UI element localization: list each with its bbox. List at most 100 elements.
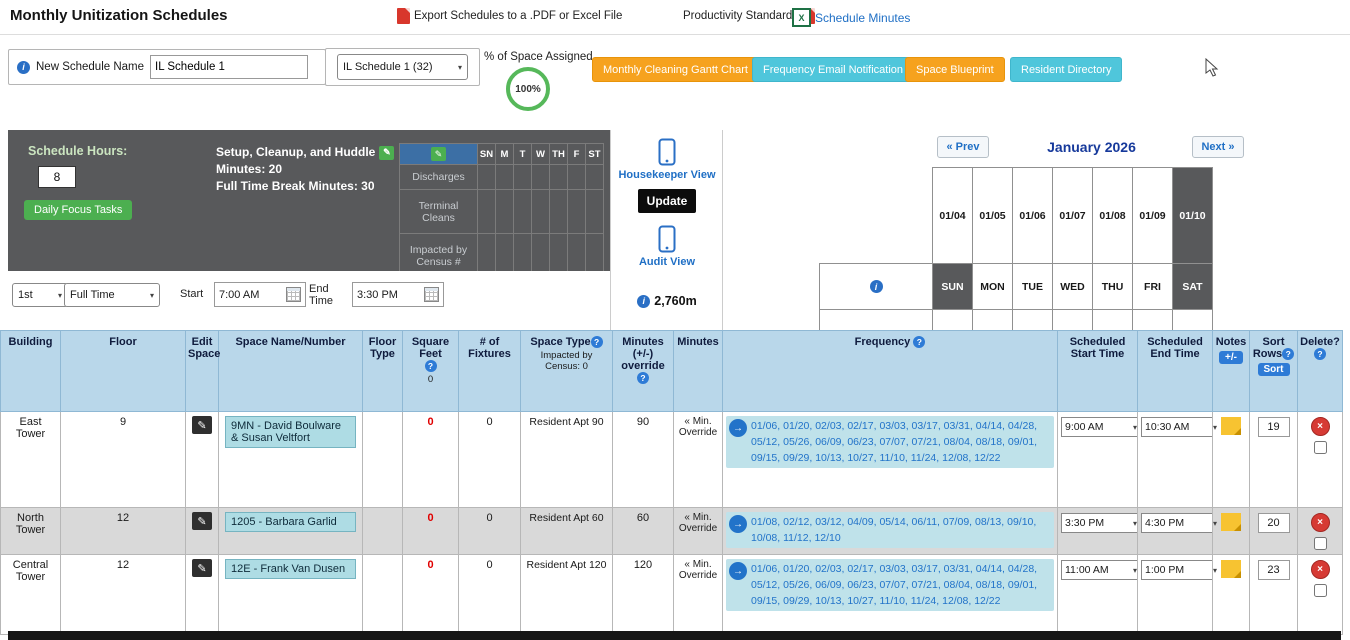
col-building: Building [1, 331, 61, 412]
export-schedules-link[interactable]: Export Schedules to a .PDF or Excel File [414, 10, 622, 22]
date-header: 01/07 [1053, 168, 1093, 264]
next-week-button[interactable]: Next » [1192, 136, 1244, 158]
housekeeper-phone-icon[interactable] [658, 138, 676, 166]
excel-icon[interactable]: X [792, 8, 811, 27]
census-cell[interactable] [549, 164, 568, 190]
audit-phone-icon[interactable] [658, 225, 676, 253]
census-cell[interactable] [585, 164, 604, 190]
delete-cell: × [1298, 412, 1343, 508]
sort-order-input[interactable]: 19 [1258, 417, 1290, 437]
start-time-cell: 11:00 AM▾ [1058, 555, 1138, 635]
end-time-select[interactable]: 1:00 PM▾ [1141, 560, 1221, 580]
info-icon[interactable]: i [870, 280, 883, 293]
pdf-icon[interactable] [397, 8, 410, 24]
gantt-chart-button[interactable]: Monthly Cleaning Gantt Chart [592, 57, 759, 82]
fixtures-cell: 0 [459, 555, 521, 635]
info-icon[interactable]: i [17, 61, 30, 74]
help-icon[interactable]: ? [913, 336, 925, 348]
help-icon[interactable]: ? [637, 372, 649, 384]
frequency-edit-icon[interactable]: → [729, 419, 747, 437]
note-icon[interactable] [1221, 560, 1241, 578]
calendar-date-row: 01/04 01/05 01/06 01/07 01/08 01/09 01/1… [820, 168, 1213, 264]
shift-start-input[interactable]: 7:00 AM [214, 282, 306, 307]
notes-cell [1213, 508, 1250, 555]
edit-space-icon[interactable]: ✎ [192, 416, 212, 434]
square-feet-cell: 0 [403, 508, 459, 555]
table-row: Central Tower 12 ✎ 12E - Frank Van Dusen… [1, 555, 1343, 635]
col-notes: Notes +/- [1213, 331, 1250, 412]
fixtures-cell: 0 [459, 508, 521, 555]
start-time-cell: 3:30 PM▾ [1058, 508, 1138, 555]
frequency-email-button[interactable]: Frequency Email Notification [752, 57, 914, 82]
note-icon[interactable] [1221, 513, 1241, 531]
frequency-dates[interactable]: 01/06, 01/20, 02/03, 02/17, 03/03, 03/17… [750, 559, 1054, 611]
census-cell[interactable] [495, 189, 514, 234]
delete-checkbox[interactable] [1314, 584, 1327, 597]
space-name-cell: 12E - Frank Van Dusen [219, 555, 363, 635]
calendar-icon[interactable] [424, 287, 439, 302]
census-cell[interactable] [477, 164, 496, 190]
calendar-icon[interactable] [286, 287, 301, 302]
sort-order-input[interactable]: 23 [1258, 560, 1290, 580]
census-cell[interactable] [549, 189, 568, 234]
edit-space-icon[interactable]: ✎ [192, 512, 212, 530]
edit-census-icon[interactable]: ✎ [431, 147, 446, 161]
frequency-edit-icon[interactable]: → [729, 515, 747, 533]
schedule-select[interactable]: IL Schedule 1 (32)▾ [337, 54, 468, 80]
schedule-minutes-link[interactable]: Schedule Minutes [815, 11, 910, 25]
edit-space-icon[interactable]: ✎ [192, 559, 212, 577]
notes-toggle-button[interactable]: +/- [1219, 351, 1243, 364]
new-schedule-input[interactable] [150, 55, 308, 79]
frequency-edit-icon[interactable]: → [729, 562, 747, 580]
start-time-select[interactable]: 3:30 PM▾ [1061, 513, 1141, 533]
view-panel: Housekeeper View Update Audit View i 2,7… [610, 130, 724, 330]
frequency-dates[interactable]: 01/08, 02/12, 03/12, 04/09, 05/14, 06/11… [750, 512, 1054, 548]
schedule-hours-input[interactable]: 8 [38, 166, 76, 188]
start-time-select[interactable]: 9:00 AM▾ [1061, 417, 1141, 437]
col-fixtures: # of Fixtures [459, 331, 521, 412]
housekeeper-view-link[interactable]: Housekeeper View [618, 169, 715, 181]
resident-directory-button[interactable]: Resident Directory [1010, 57, 1122, 82]
census-cell[interactable] [477, 189, 496, 234]
sort-order-input[interactable]: 20 [1258, 513, 1290, 533]
help-icon[interactable]: ? [591, 336, 603, 348]
delete-checkbox[interactable] [1314, 441, 1327, 454]
weekday-header: WED [1053, 264, 1093, 310]
census-cell[interactable] [513, 189, 532, 234]
start-time-select[interactable]: 11:00 AM▾ [1061, 560, 1141, 580]
shift-end-input[interactable]: 3:30 PM [352, 282, 444, 307]
delete-checkbox[interactable] [1314, 537, 1327, 550]
census-cell[interactable] [531, 189, 550, 234]
delete-icon[interactable]: × [1311, 560, 1330, 579]
audit-view-link[interactable]: Audit View [639, 256, 695, 268]
help-icon[interactable]: ? [1282, 348, 1294, 360]
census-cell[interactable] [567, 164, 586, 190]
minutes-note-cell: « Min. Override [674, 555, 723, 635]
help-icon[interactable]: ? [425, 360, 437, 372]
census-cell[interactable] [531, 164, 550, 190]
prev-week-button[interactable]: « Prev [937, 136, 989, 158]
shift-type-select[interactable]: Full Time▾ [64, 283, 160, 307]
census-cell[interactable] [495, 164, 514, 190]
info-icon[interactable]: i [637, 295, 650, 308]
sort-button[interactable]: Sort [1258, 363, 1290, 376]
shift-ordinal-select[interactable]: 1st▾ [12, 283, 68, 307]
delete-icon[interactable]: × [1311, 417, 1330, 436]
daily-focus-tasks-button[interactable]: Daily Focus Tasks [24, 200, 132, 220]
calendar-day-row: i SUN MON TUE WED THU FRI SAT [820, 264, 1213, 310]
space-blueprint-button[interactable]: Space Blueprint [905, 57, 1005, 82]
delete-icon[interactable]: × [1311, 513, 1330, 532]
frequency-dates[interactable]: 01/06, 01/20, 02/03, 02/17, 03/03, 03/17… [750, 416, 1054, 468]
end-time-select[interactable]: 10:30 AM▾ [1141, 417, 1221, 437]
update-button[interactable]: Update [638, 189, 696, 213]
note-icon[interactable] [1221, 417, 1241, 435]
census-cell[interactable] [513, 164, 532, 190]
space-name-box[interactable]: 9MN - David Boulware & Susan Veltfort [225, 416, 356, 448]
census-cell[interactable] [585, 189, 604, 234]
end-time-select[interactable]: 4:30 PM▾ [1141, 513, 1221, 533]
edit-setup-icon[interactable]: ✎ [379, 146, 394, 160]
space-name-box[interactable]: 1205 - Barbara Garlid [225, 512, 356, 532]
census-cell[interactable] [567, 189, 586, 234]
space-name-box[interactable]: 12E - Frank Van Dusen [225, 559, 356, 579]
help-icon[interactable]: ? [1314, 348, 1326, 360]
